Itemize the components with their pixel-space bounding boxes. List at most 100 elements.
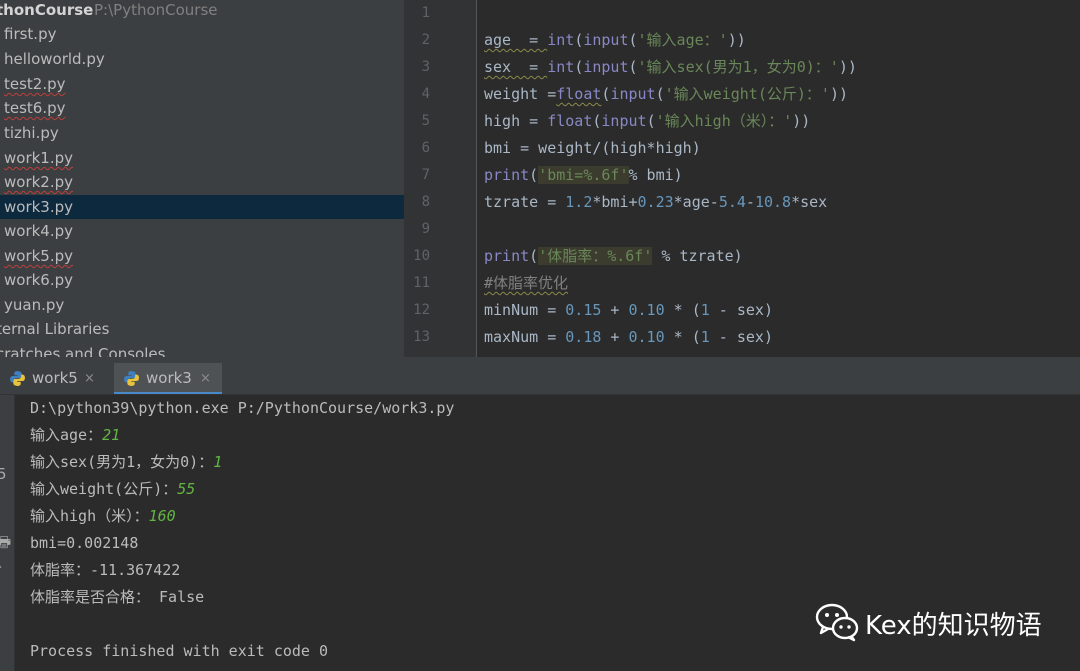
line-number: 8 [421,194,430,210]
line-number-gutter: 1 2 3 4 5 6 7 8 9 10 11 12 13 [404,0,476,357]
line-number: 11 [413,275,430,291]
code-token: + [601,301,629,319]
tree-item-label: work4.py [4,222,74,240]
code-token: int [547,31,575,49]
close-icon[interactable]: × [200,363,211,394]
code-token: ( [628,58,638,76]
code-line-8[interactable]: tzrate = 1.2*bmi+0.23*age-5.4-10.8*sex [484,189,827,216]
code-line-5[interactable]: high = float(input('输入high（米）：')) [484,108,810,135]
code-token: 0.10 [628,328,665,346]
run-tab-bar: work5 × work3 × [0,363,1080,395]
code-token: 1 [700,301,710,319]
code-token: - sex) [709,301,773,319]
tree-item-work3[interactable]: work3.py [0,195,404,219]
tree-item-label: ternal Libraries [0,320,110,338]
code-token: print [484,247,530,265]
tree-item-work1[interactable]: work1.py [0,146,404,170]
tree-item-tizhi[interactable]: tizhi.py [0,121,404,145]
tree-item-work6[interactable]: work6.py [0,268,404,292]
code-token: '输入weight(公斤)：' [664,85,830,103]
code-token: tzrate = [484,193,566,211]
code-token: 1 [700,328,710,346]
code-token: input [610,85,656,103]
tree-item-external-libraries[interactable]: ternal Libraries [0,317,404,341]
code-token: )) [792,112,811,130]
project-root-name: thonCourse [0,1,94,19]
python-icon [10,371,25,386]
tree-item-work4[interactable]: work4.py [0,219,404,243]
code-line-3[interactable]: sex = int(input('输入sex(男为1，女为0)：')) [484,54,857,81]
code-token: 1.2 [565,193,593,211]
code-line-13[interactable]: maxNum = 0.18 + 0.10 * (1 - sex) [484,324,773,351]
code-token: '体脂率：%.6f' [538,247,653,265]
line-number: 4 [421,86,430,102]
tab-label: work5 [32,369,78,387]
line-number: 2 [421,32,430,48]
console-line-weight: 输入weight(公斤)：55 [30,476,195,503]
code-line-2[interactable]: age = int(input('输入age：')) [484,27,746,54]
tree-item-label: test2.py [4,75,66,93]
tree-item-label: first.py [4,25,57,43]
code-token: sex = [484,58,548,76]
tree-item-scratches[interactable]: cratches and Consoles [0,342,404,357]
code-token: '输入sex(男为1，女为0)：' [637,58,839,76]
code-token: input [583,58,629,76]
run-toolbar: 5 🖶 î [0,395,15,671]
code-token: + [601,328,629,346]
code-token: '输入high（米）：' [655,112,793,130]
trash-icon[interactable]: î [0,563,1,581]
code-token: input [583,31,629,49]
line-number: 3 [421,59,430,75]
tree-item-label: yuan.py [4,296,65,314]
code-token: 0.18 [565,328,602,346]
code-token: - [745,193,755,211]
tree-item-test2[interactable]: test2.py [0,72,404,96]
code-token: maxNum = [484,328,566,346]
console-prompt: 输入age： [30,426,103,444]
code-line-11[interactable]: #体脂率优化 [484,270,568,297]
project-root-path: P:\PythonCourse [94,1,218,19]
print-icon[interactable]: 🖶 [0,532,11,557]
console-line-high: 输入high（米）：160 [30,503,176,530]
code-line-10[interactable]: print('体脂率：%.6f' % tzrate) [484,243,743,270]
line-number: 9 [421,221,430,237]
tree-item-label: helloworld.py [4,50,105,68]
console-prompt: 输入high（米）： [30,507,149,525]
code-token: float [547,112,593,130]
rerun-icon[interactable]: 5 [0,465,7,483]
close-icon[interactable]: × [84,363,95,394]
tree-item-test6[interactable]: test6.py [0,96,404,120]
code-token: % tzrate) [652,247,743,265]
line-number: 10 [413,248,430,264]
code-token: - sex) [709,328,773,346]
console-output-tzrate: 体脂率：-11.367422 [30,561,181,579]
tree-item-work5[interactable]: work5.py [0,244,404,268]
code-token: *bmi+ [592,193,638,211]
code-token: )) [727,31,746,49]
code-token: minNum = [484,301,566,319]
tree-item-label: work5.py [4,247,74,265]
code-token: 10.8 [754,193,792,211]
code-token: ( [628,31,638,49]
console-input: 160 [148,507,176,525]
code-line-12[interactable]: minNum = 0.15 + 0.10 * (1 - sex) [484,297,773,324]
code-token: % bmi) [628,166,683,184]
code-token: ( [574,31,584,49]
console-input: 55 [177,480,196,498]
code-line-4[interactable]: weight =float(input('输入weight(公斤)：')) [484,81,848,108]
tree-item-helloworld[interactable]: helloworld.py [0,47,404,71]
tree-item-first[interactable]: first.py [0,22,404,46]
line-number: 7 [421,167,430,183]
project-root[interactable]: thonCourse P:\PythonCourse [0,0,404,22]
tab-label: work3 [146,369,192,387]
code-token: weight = [484,85,557,103]
code-line-7[interactable]: print('bmi=%.6f'% bmi) [484,162,683,189]
code-line-6[interactable]: bmi = weight/(high*high) [484,135,701,162]
tree-item-work2[interactable]: work2.py [0,170,404,194]
code-editor[interactable]: age = int(input('输入age：')) sex = int(inp… [477,0,1080,357]
code-token: 0.15 [565,301,602,319]
run-tab-work3[interactable]: work3 × [114,363,222,394]
run-tab-work5[interactable]: work5 × [0,363,108,394]
tree-item-label: work6.py [4,271,74,289]
tree-item-yuan[interactable]: yuan.py [0,293,404,317]
